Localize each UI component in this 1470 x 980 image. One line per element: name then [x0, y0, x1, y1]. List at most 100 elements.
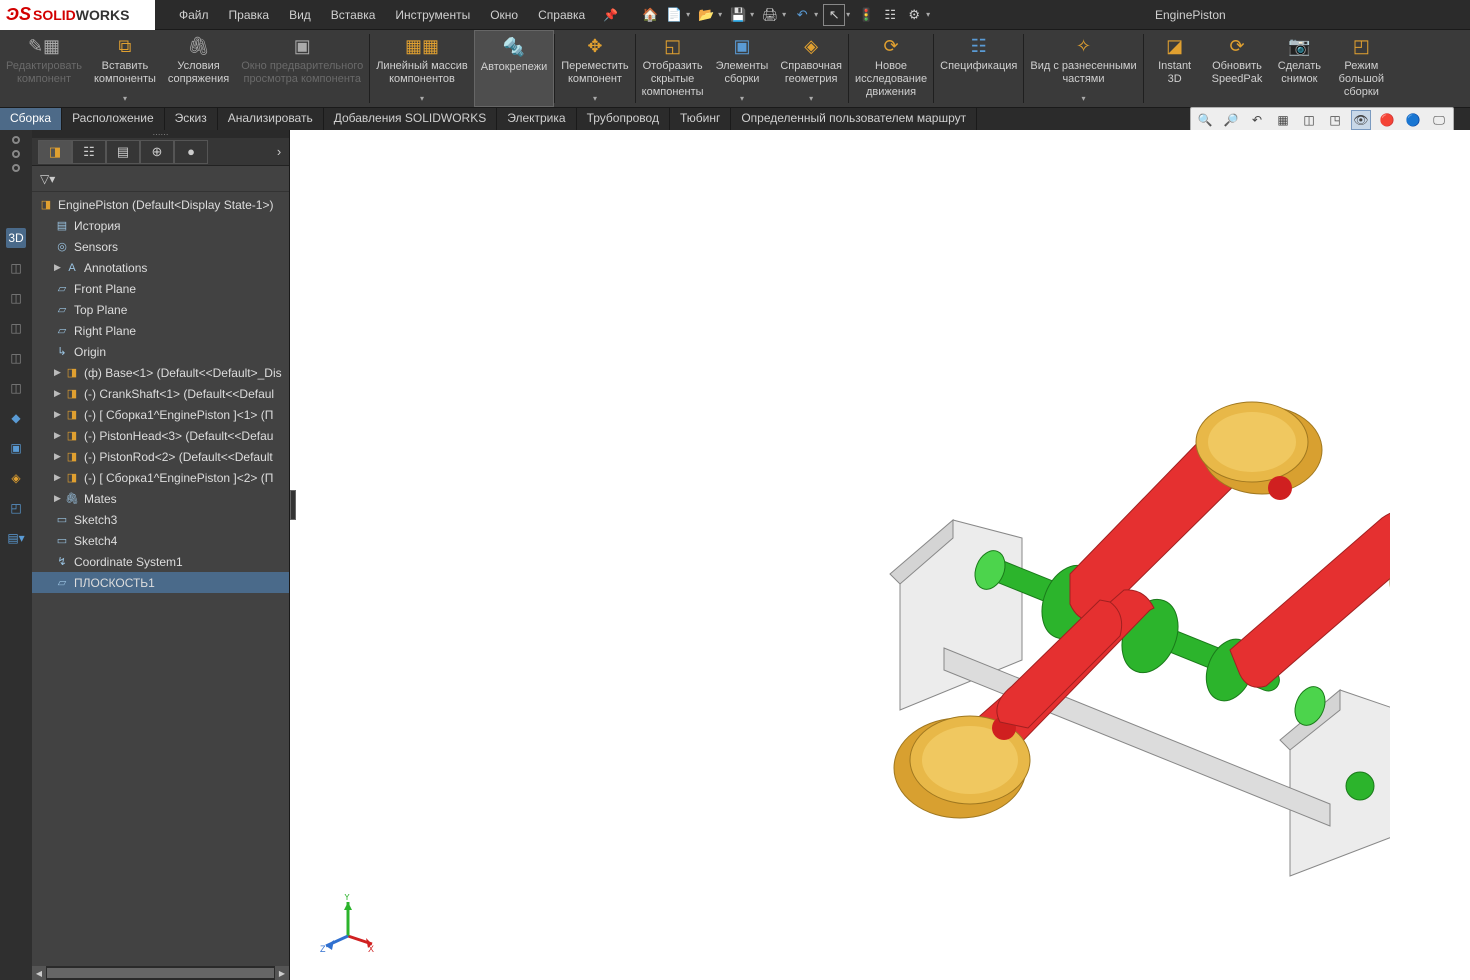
- tree-mates[interactable]: ▶ 🖇 Mates: [32, 488, 289, 509]
- display-manager-tab-icon[interactable]: ●: [174, 140, 208, 164]
- settings-icon[interactable]: ⚙: [903, 4, 925, 26]
- tab-sw-addins[interactable]: Добавления SOLIDWORKS: [324, 108, 498, 130]
- scene-icon[interactable]: 🔵: [1403, 110, 1423, 130]
- ribbon-linear-pattern[interactable]: ▦▦ Линейный массив компонентов ▾: [370, 30, 474, 107]
- ribbon-show-hidden[interactable]: ◱ Отобразить скрытые компоненты: [636, 30, 710, 107]
- open-icon[interactable]: 📂: [695, 4, 717, 26]
- menu-insert[interactable]: Вставка: [321, 0, 386, 30]
- ribbon-ref-geometry[interactable]: ◈ Справочная геометрия ▾: [774, 30, 848, 107]
- view-settings-icon[interactable]: 🖵: [1429, 110, 1449, 130]
- save-icon[interactable]: 💾: [727, 4, 749, 26]
- select-icon[interactable]: ↖: [823, 4, 845, 26]
- tree-base[interactable]: ▶ ◨ (ф) Base<1> (Default<<Default>_Dis: [32, 362, 289, 383]
- tree-subassembly2[interactable]: ▶ ◨ (-) [ Сборка1^EnginePiston ]<2> (П: [32, 467, 289, 488]
- orientation-triad[interactable]: X Y Z: [318, 894, 378, 954]
- tree-sensors[interactable]: ◎ Sensors: [32, 236, 289, 257]
- tree-front-plane[interactable]: ▱ Front Plane: [32, 278, 289, 299]
- expand-icon[interactable]: ▶: [54, 493, 64, 504]
- config-manager-tab-icon[interactable]: ▤: [106, 140, 140, 164]
- ribbon-update-speedpak[interactable]: ⟳ Обновить SpeedPak: [1206, 30, 1269, 107]
- display-style-icon[interactable]: ◳: [1325, 110, 1345, 130]
- options-list-icon[interactable]: ☷: [879, 4, 901, 26]
- pin-icon[interactable]: 📌: [595, 8, 626, 22]
- circle-icon[interactable]: [12, 164, 20, 172]
- scroll-thumb[interactable]: [47, 968, 274, 978]
- expand-icon[interactable]: ▶: [54, 388, 64, 399]
- ribbon-large-assembly[interactable]: ◰ Режим большой сборки: [1330, 30, 1392, 107]
- tree-root[interactable]: ◨ EnginePiston (Default<Display State-1>…: [32, 194, 289, 215]
- filter-icon[interactable]: ▽▾: [40, 172, 55, 186]
- ribbon-insert-components[interactable]: ⧉ Вставить компоненты ▾: [88, 30, 162, 107]
- tree-right-plane[interactable]: ▱ Right Plane: [32, 320, 289, 341]
- property-manager-tab-icon[interactable]: ☷: [72, 140, 106, 164]
- home-icon[interactable]: 🏠: [639, 4, 661, 26]
- tree-pistonhead[interactable]: ▶ ◨ (-) PistonHead<3> (Default<<Defau: [32, 425, 289, 446]
- ribbon-preview-window[interactable]: ▣ Окно предварительного просмотра компон…: [235, 30, 369, 107]
- hide-show-icon[interactable]: 👁: [1351, 110, 1371, 130]
- expand-icon[interactable]: ▶: [54, 409, 64, 420]
- tree-plane1[interactable]: ▱ ПЛОСКОСТЬ1: [32, 572, 289, 593]
- task-pane-icon[interactable]: ▣: [6, 438, 26, 458]
- task-pane-icon[interactable]: ◰: [6, 498, 26, 518]
- ribbon-mate[interactable]: 🖇 Условия сопряжения: [162, 30, 235, 107]
- ribbon-take-snapshot[interactable]: 📷 Сделать снимок: [1268, 30, 1330, 107]
- tree-crankshaft[interactable]: ▶ ◨ (-) CrankShaft<1> (Default<<Defaul: [32, 383, 289, 404]
- display-pane-icon[interactable]: ◫: [6, 318, 26, 338]
- ribbon-edit-component[interactable]: ✎▦ Редактировать компонент: [0, 30, 88, 107]
- menu-help[interactable]: Справка: [528, 0, 595, 30]
- dimxpert-tab-icon[interactable]: ⊕: [140, 140, 174, 164]
- tab-user-route[interactable]: Определенный пользователем маршрут: [731, 108, 977, 130]
- section-view-icon[interactable]: ▦: [1273, 110, 1293, 130]
- tab-assembly[interactable]: Сборка: [0, 108, 62, 130]
- tree-annotations[interactable]: ▶ A Annotations: [32, 257, 289, 278]
- display-pane-icon[interactable]: ◫: [6, 258, 26, 278]
- new-doc-icon[interactable]: 📄: [663, 4, 685, 26]
- panel-expand-icon[interactable]: ›: [269, 140, 289, 164]
- task-pane-icon[interactable]: ◆: [6, 408, 26, 428]
- menu-view[interactable]: Вид: [279, 0, 321, 30]
- tree-top-plane[interactable]: ▱ Top Plane: [32, 299, 289, 320]
- tab-sketch[interactable]: Эскиз: [165, 108, 218, 130]
- expand-icon[interactable]: ▶: [54, 367, 64, 378]
- zoom-area-icon[interactable]: 🔎: [1221, 110, 1241, 130]
- task-pane-icon[interactable]: ▤▾: [6, 528, 26, 548]
- ribbon-instant3d[interactable]: ◪ Instant 3D: [1144, 30, 1206, 107]
- display-pane-icon[interactable]: ◫: [6, 378, 26, 398]
- menu-edit[interactable]: Правка: [219, 0, 280, 30]
- tree-csys[interactable]: ↯ Coordinate System1: [32, 551, 289, 572]
- zoom-fit-icon[interactable]: 🔍: [1195, 110, 1215, 130]
- expand-icon[interactable]: ▶: [54, 451, 64, 462]
- ribbon-bom[interactable]: ☷ Спецификация: [934, 30, 1023, 107]
- expand-icon[interactable]: ▶: [54, 262, 64, 273]
- tree-pistonrod[interactable]: ▶ ◨ (-) PistonRod<2> (Default<<Default: [32, 446, 289, 467]
- traffic-light-icon[interactable]: 🚦: [855, 4, 877, 26]
- task-pane-icon[interactable]: ◈: [6, 468, 26, 488]
- scroll-right-icon[interactable]: ▶: [275, 966, 289, 980]
- circle-icon[interactable]: [12, 136, 20, 144]
- tab-layout[interactable]: Расположение: [62, 108, 165, 130]
- display-pane-icon[interactable]: ◫: [6, 288, 26, 308]
- tree-sketch3[interactable]: ▭ Sketch3: [32, 509, 289, 530]
- tab-electrical[interactable]: Электрика: [497, 108, 576, 130]
- display-pane-3d-icon[interactable]: 3D: [6, 228, 26, 248]
- expand-icon[interactable]: ▶: [54, 430, 64, 441]
- ribbon-move-component[interactable]: ✥ Переместить компонент ▾: [555, 30, 634, 107]
- tree-subassembly1[interactable]: ▶ ◨ (-) [ Сборка1^EnginePiston ]<1> (П: [32, 404, 289, 425]
- ribbon-new-motion-study[interactable]: ⟳ Новое исследование движения: [849, 30, 933, 107]
- feature-manager-tab-icon[interactable]: ◨: [38, 140, 72, 164]
- display-pane-icon[interactable]: ◫: [6, 348, 26, 368]
- menu-file[interactable]: Файл: [169, 0, 219, 30]
- menu-window[interactable]: Окно: [480, 0, 528, 30]
- print-icon[interactable]: 🖨: [759, 4, 781, 26]
- panel-scrollbar[interactable]: ◀ ▶: [32, 966, 289, 980]
- panel-drag-handle[interactable]: [290, 490, 296, 520]
- tree-sketch4[interactable]: ▭ Sketch4: [32, 530, 289, 551]
- menu-tools[interactable]: Инструменты: [385, 0, 480, 30]
- view-orientation-icon[interactable]: ◫: [1299, 110, 1319, 130]
- tab-piping[interactable]: Трубопровод: [577, 108, 670, 130]
- expand-icon[interactable]: ▶: [54, 472, 64, 483]
- graphics-viewport[interactable]: X Y Z: [290, 130, 1470, 980]
- ribbon-exploded-view[interactable]: ✧ Вид с разнесенными частями ▾: [1024, 30, 1142, 107]
- tab-tubing[interactable]: Тюбинг: [670, 108, 731, 130]
- scroll-left-icon[interactable]: ◀: [32, 966, 46, 980]
